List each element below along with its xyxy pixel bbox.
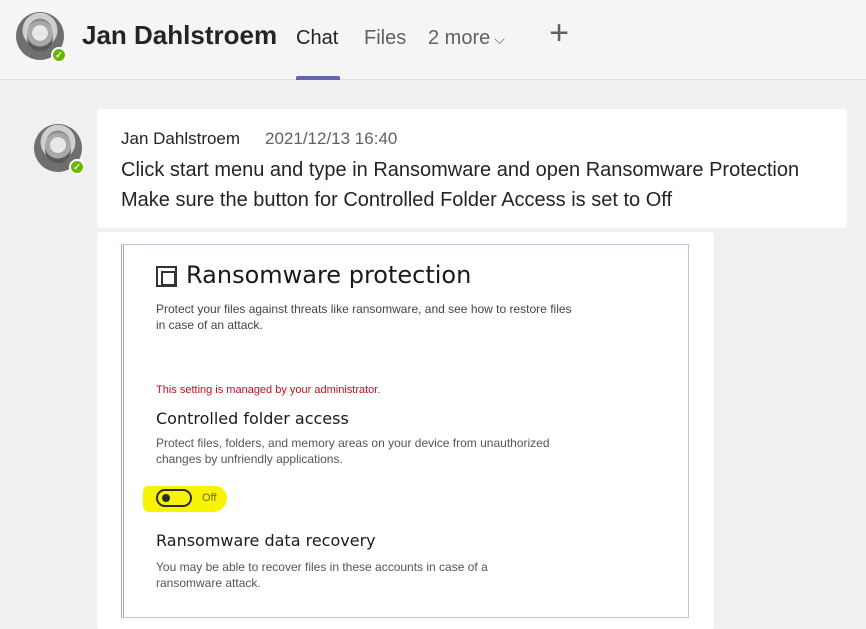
screenshot-title: Ransomware protection — [186, 261, 472, 289]
active-tab-indicator — [296, 76, 340, 80]
message-timestamp: 2021/12/13 16:40 — [265, 129, 398, 148]
chat-header: ✓ Jan Dahlstroem Chat Files 2 more ⌵ + — [0, 0, 866, 80]
message-text-line: Make sure the button for Controlled Fold… — [121, 189, 673, 211]
message-sender: Jan Dahlstroem — [121, 129, 241, 148]
controlled-folder-access-description: Protect files, folders, and memory areas… — [156, 436, 550, 466]
avatar-photo — [26, 20, 54, 52]
ransomware-data-recovery-heading: Ransomware data recovery — [156, 531, 376, 550]
controlled-folder-access-heading: Controlled folder access — [156, 409, 349, 428]
avatar-photo — [44, 132, 72, 164]
message-sender-avatar[interactable]: ✓ — [34, 124, 85, 175]
screenshot-description: Protect your files against threats like … — [156, 302, 572, 332]
tab-chat[interactable]: Chat — [296, 27, 338, 50]
attached-screenshot[interactable]: Ransomware protection Protect your files… — [121, 244, 689, 618]
toggle-knob — [162, 494, 170, 502]
message-text-line: Click start menu and type in Ransomware … — [121, 159, 800, 181]
contact-avatar[interactable]: ✓ — [16, 12, 67, 63]
presence-available-icon: ✓ — [51, 47, 67, 63]
tab-more-label: 2 more — [428, 27, 491, 49]
message-bubble[interactable]: Jan Dahlstroem 2021/12/13 16:40 Click st… — [97, 109, 847, 228]
contact-name: Jan Dahlstroem — [82, 20, 278, 50]
toggle-state-label: Off — [202, 492, 217, 504]
admin-managed-notice: This setting is managed by your administ… — [156, 384, 381, 396]
ransomware-protection-icon — [156, 266, 177, 287]
ransomware-data-recovery-description: You may be able to recover files in thes… — [156, 560, 488, 590]
image-attachment-card[interactable]: Ransomware protection Protect your files… — [97, 232, 714, 629]
presence-available-icon: ✓ — [69, 159, 85, 175]
add-tab-button[interactable]: + — [546, 16, 572, 50]
chevron-down-icon: ⌵ — [494, 31, 505, 47]
tab-more[interactable]: 2 more ⌵ — [428, 27, 505, 50]
plus-icon: + — [549, 14, 569, 52]
controlled-folder-access-toggle — [156, 489, 192, 507]
tab-files[interactable]: Files — [364, 27, 406, 50]
